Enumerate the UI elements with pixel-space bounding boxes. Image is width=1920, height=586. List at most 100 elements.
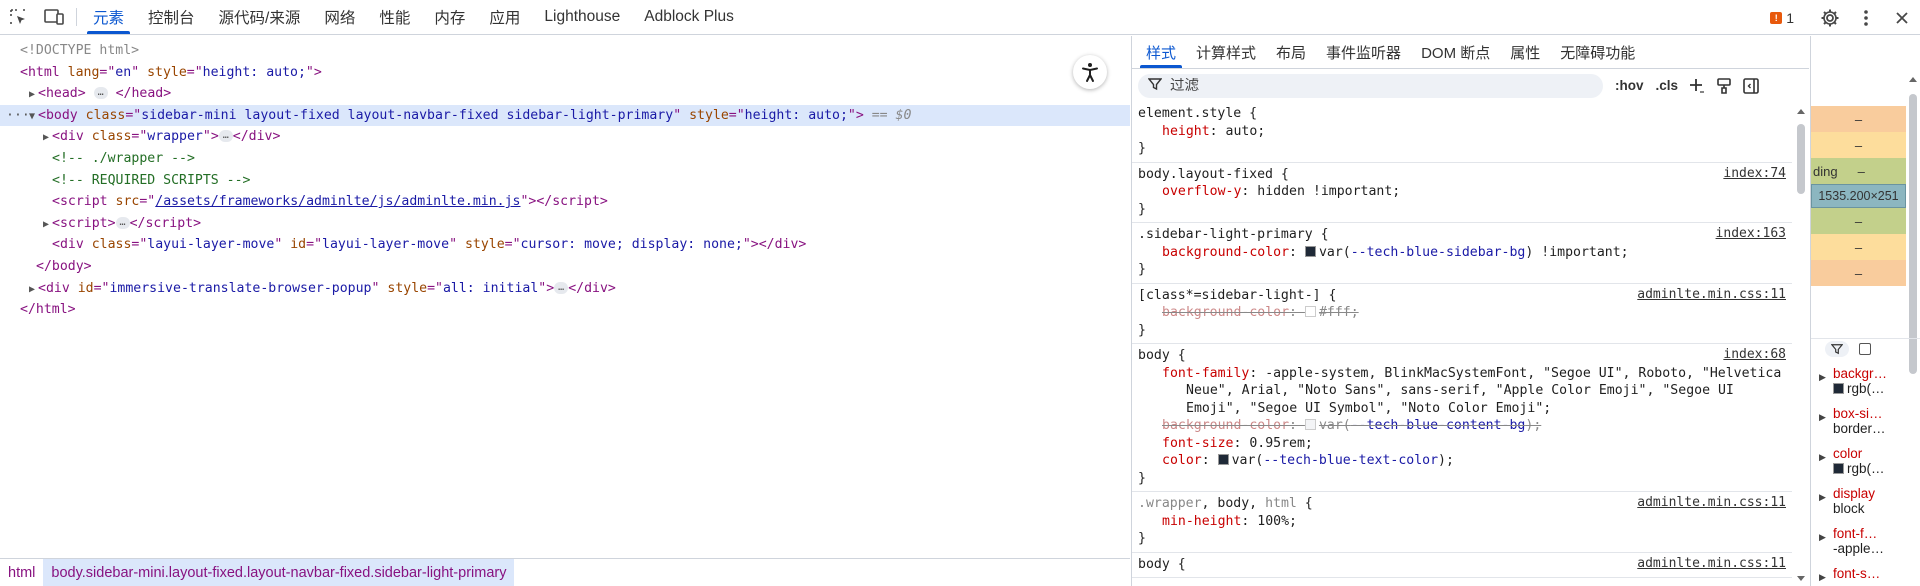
dom-line-layer-move[interactable]: <div class="layui-layer-move" id="layui-… [0, 234, 1130, 256]
computed-prop-row[interactable]: ▶ box-si… border… [1811, 406, 1920, 446]
css-rule-body-index[interactable]: body { index:68 font-family: -apple-syst… [1132, 344, 1792, 492]
computed-prop-row[interactable]: ▶ color rgb(… [1811, 446, 1920, 486]
computed-prop-row[interactable]: ▶ backgr… rgb(… [1811, 366, 1920, 406]
node-actions-dots[interactable]: ··· [6, 105, 30, 127]
tab-application[interactable]: 应用 [477, 0, 532, 34]
css-declaration-overridden[interactable]: background-color: #fff; [1138, 304, 1786, 322]
rule-source-link[interactable]: adminlte.min.css:11 [1637, 287, 1786, 302]
tab-console[interactable]: 控制台 [136, 0, 207, 34]
css-declaration[interactable]: font-family: -apple-system, BlinkMacSyst… [1138, 365, 1786, 383]
color-swatch[interactable] [1304, 419, 1316, 430]
css-declaration[interactable]: background-color: var(--tech-blue-sideba… [1138, 244, 1786, 262]
close-icon[interactable] [1884, 11, 1920, 25]
css-rule-sidebar-light-primary[interactable]: .sidebar-light-primary { index:163 backg… [1132, 223, 1792, 284]
dom-line-comment-wrapper[interactable]: <!-- ./wrapper --> [0, 148, 1130, 170]
css-rule-body-adminlte[interactable]: body { adminlte.min.css:11 [1132, 553, 1792, 578]
css-rule-wrapper-body-html[interactable]: .wrapper, body, html { adminlte.min.css:… [1132, 492, 1792, 553]
tab-event-listeners[interactable]: 事件监听器 [1316, 36, 1411, 68]
expand-triangle-icon[interactable]: ▶ [1819, 452, 1826, 463]
collapsed-ellipsis[interactable]: … [93, 87, 108, 100]
css-rule-body-layout-fixed[interactable]: body.layout-fixed { index:74 overflow-y:… [1132, 163, 1792, 223]
dom-line-wrapper[interactable]: ▶ <div class="wrapper">… </div> [0, 126, 1130, 148]
css-declaration[interactable]: min-height: 100%; [1138, 513, 1786, 531]
css-declaration[interactable]: font-size: 0.95rem; [1138, 435, 1786, 453]
computed-prop-row[interactable]: ▶ font-f… -apple… [1811, 526, 1920, 566]
dom-tree[interactable]: <!DOCTYPE html> <html lang="en" style="h… [0, 36, 1130, 558]
rule-source-link[interactable]: adminlte.min.css:11 [1637, 556, 1786, 571]
tab-adblock-plus[interactable]: Adblock Plus [632, 0, 746, 34]
add-rule-icon[interactable] [1688, 77, 1706, 95]
color-swatch[interactable] [1217, 454, 1229, 465]
dom-line-popup[interactable]: ▶ <div id="immersive-translate-browser-po… [0, 278, 1130, 300]
tab-performance[interactable]: 性能 [367, 0, 422, 34]
paint-brush-icon[interactable] [1716, 77, 1732, 95]
collapsed-ellipsis[interactable]: … [218, 130, 233, 143]
tab-sources[interactable]: 源代码/来源 [207, 0, 313, 34]
dom-line-script-inline[interactable]: ▶ <script>… </script> [0, 213, 1130, 235]
tab-accessibility[interactable]: 无障碍功能 [1550, 36, 1645, 68]
script-src-link[interactable]: /assets/frameworks/adminlte/js/adminlte.… [155, 194, 520, 209]
collapsed-ellipsis[interactable]: … [115, 216, 130, 229]
dom-line-html-open[interactable]: <html lang="en" style="height: auto;"> [0, 62, 1130, 84]
dom-line-doctype[interactable]: <!DOCTYPE html> [0, 40, 1130, 62]
scrollbar-thumb[interactable] [1797, 124, 1805, 194]
expand-triangle-icon[interactable]: ▶ [1819, 492, 1826, 503]
scrollbar-thumb[interactable] [1909, 94, 1917, 374]
styles-filter-input[interactable] [1170, 77, 1570, 94]
styles-scrollbar[interactable] [1795, 106, 1807, 586]
expand-triangle-icon[interactable]: ▶ [26, 279, 38, 301]
tab-dom-breakpoints[interactable]: DOM 断点 [1411, 36, 1500, 68]
issues-badge[interactable]: ! 1 [1770, 10, 1794, 26]
dom-line-html-close[interactable]: </html> [0, 299, 1130, 321]
toggle-sidebar-icon[interactable] [1742, 77, 1760, 95]
dom-line-body-selected[interactable]: ··· ▼ <body class="sidebar-mini layout-fix… [0, 104, 1130, 127]
breadcrumb-item-body[interactable]: body.sidebar-mini.layout-fixed.layout-na… [43, 558, 515, 586]
css-rule-class-sidebar-light[interactable]: [class*=sidebar-light-] { adminlte.min.c… [1132, 284, 1792, 344]
expand-triangle-icon[interactable]: ▶ [40, 127, 52, 149]
dom-line-head[interactable]: ▶ <head> … </head> [0, 83, 1130, 105]
rule-source-link[interactable]: index:163 [1716, 226, 1786, 241]
css-declaration-overridden[interactable]: background-color: var(--tech-blue-conten… [1138, 417, 1786, 435]
expand-triangle-icon[interactable]: ▶ [1819, 372, 1826, 383]
css-rule-element-style[interactable]: element.style { height: auto; } [1132, 102, 1792, 163]
tab-properties[interactable]: 属性 [1500, 36, 1550, 68]
rule-source-link[interactable]: index:74 [1723, 166, 1786, 181]
tab-layout[interactable]: 布局 [1266, 36, 1316, 68]
color-swatch[interactable] [1304, 245, 1316, 257]
expand-triangle-icon[interactable]: ▶ [1819, 412, 1826, 423]
class-toggle[interactable]: .cls [1656, 78, 1679, 93]
computed-prop-row[interactable]: ▶ font-s… [1811, 566, 1920, 586]
dom-line-body-close[interactable]: </body> [0, 256, 1130, 278]
css-declaration[interactable]: height: auto; [1138, 123, 1786, 141]
css-declaration[interactable]: overflow-y: hidden !important; [1138, 183, 1786, 201]
tab-memory[interactable]: 内存 [422, 0, 477, 34]
computed-filter-funnel-icon[interactable] [1825, 341, 1849, 357]
tab-computed[interactable]: 计算样式 [1186, 36, 1266, 68]
computed-prop-row[interactable]: ▶ display block [1811, 486, 1920, 526]
breadcrumb-item-html[interactable]: html [0, 559, 43, 586]
rule-source-link[interactable]: index:68 [1723, 347, 1786, 362]
expand-triangle-icon[interactable]: ▶ [26, 84, 38, 106]
collapsed-ellipsis[interactable]: … [554, 281, 569, 294]
computed-side-pane: – – ding – 1535.200×251 – – – ▶ backgr… rg… [1810, 36, 1920, 586]
show-all-checkbox[interactable] [1859, 343, 1871, 355]
tab-styles[interactable]: 样式 [1136, 36, 1186, 68]
expand-triangle-icon[interactable]: ▶ [1819, 572, 1826, 583]
expand-triangle-icon[interactable]: ▶ [1819, 532, 1826, 543]
more-options-icon[interactable] [1848, 9, 1884, 27]
tab-elements[interactable]: 元素 [81, 0, 136, 34]
expand-triangle-icon[interactable]: ▶ [40, 214, 52, 236]
dom-line-comment-scripts[interactable]: <!-- REQUIRED SCRIPTS --> [0, 170, 1130, 192]
dom-line-script-src[interactable]: <script src="/assets/frameworks/adminlte… [0, 191, 1130, 213]
rule-source-link[interactable]: adminlte.min.css:11 [1637, 495, 1786, 510]
device-toolbar-icon[interactable] [36, 0, 72, 34]
inspect-element-icon[interactable] [0, 0, 36, 34]
css-declaration[interactable]: color: var(--tech-blue-text-color); [1138, 452, 1786, 470]
tab-lighthouse[interactable]: Lighthouse [532, 0, 632, 34]
settings-gear-icon[interactable] [1812, 8, 1848, 28]
filter-box[interactable] [1138, 73, 1603, 98]
tab-network[interactable]: 网络 [312, 0, 367, 34]
color-swatch[interactable] [1304, 306, 1316, 317]
accessibility-tree-toggle-icon[interactable] [1073, 55, 1107, 89]
hover-state-toggle[interactable]: :hov [1615, 78, 1644, 93]
